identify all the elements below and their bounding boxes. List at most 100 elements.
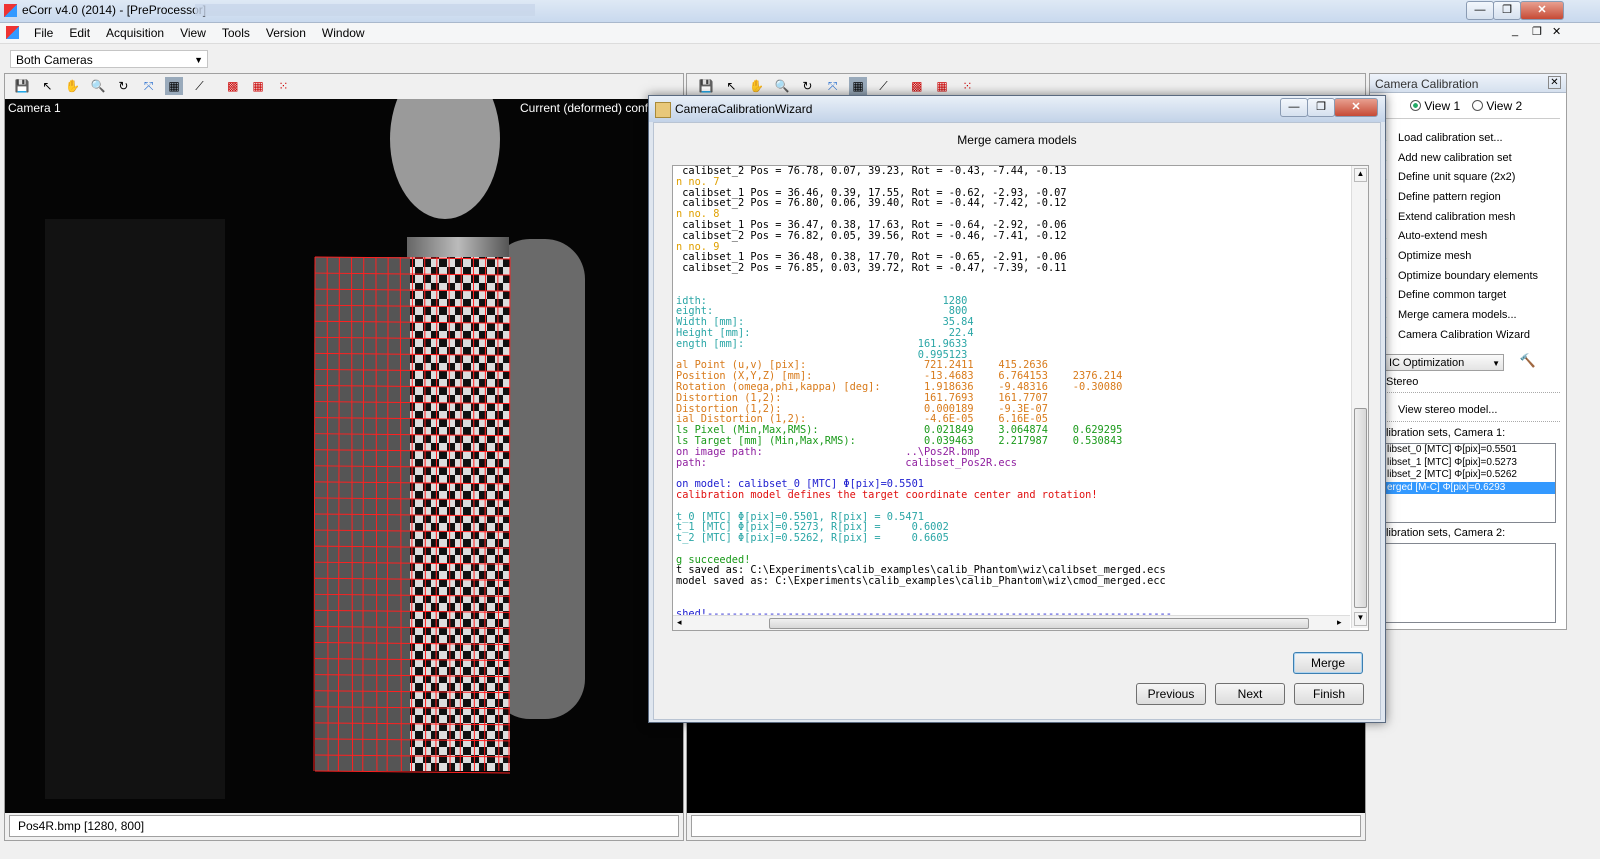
optimization-select[interactable]: IC Optimization ▼ bbox=[1384, 354, 1504, 371]
dialog-close-button[interactable]: ✕ bbox=[1334, 98, 1378, 117]
divider bbox=[1374, 118, 1560, 119]
view2-label: View 2 bbox=[1486, 99, 1523, 113]
menu-tools[interactable]: Tools bbox=[214, 23, 258, 42]
next-button[interactable]: Next bbox=[1215, 683, 1285, 705]
scroll-left-icon[interactable]: ◂ bbox=[677, 617, 682, 628]
left-view-panel: 💾 ↖ ✋ 🔍 ↻ ⤧ ▦ ⟋ ▩ ▦ ⁙ Camera 1 Current (… bbox=[4, 73, 684, 841]
horizontal-scrollbar[interactable]: ◂ ▸ bbox=[673, 615, 1350, 630]
optimization-select-value: IC Optimization bbox=[1389, 357, 1465, 369]
grid-select-icon[interactable]: ▦ bbox=[165, 77, 184, 95]
sets-camera2-label: libration sets, Camera 2: bbox=[1386, 527, 1506, 539]
mdi-close-button[interactable]: ✕ bbox=[1552, 25, 1561, 38]
mdi-restore-button[interactable]: ❐ bbox=[1532, 25, 1542, 38]
action-view-stereo-model[interactable]: View stereo model... bbox=[1398, 404, 1497, 416]
camera-select[interactable]: Both Cameras ▼ bbox=[10, 50, 208, 68]
scroll-thumb[interactable] bbox=[1354, 408, 1367, 608]
action-extend-mesh[interactable]: Extend calibration mesh bbox=[1398, 211, 1515, 223]
dialog-title-bar: CameraCalibrationWizard — ❐ ✕ bbox=[649, 96, 1385, 122]
panel-header: Camera Calibration ✕ bbox=[1370, 74, 1566, 93]
save-icon[interactable]: 💾 bbox=[13, 77, 31, 95]
log-line: calibset_2 Pos = 76.78, 0.07, 39.23, Rot… bbox=[676, 165, 1067, 177]
pan-hand-icon[interactable]: ✋ bbox=[64, 77, 82, 95]
measure-icon[interactable]: ⟋ bbox=[190, 77, 208, 95]
mesh-fill-icon[interactable]: ▩ bbox=[908, 77, 926, 95]
action-optimize-mesh[interactable]: Optimize mesh bbox=[1398, 250, 1471, 262]
menu-file[interactable]: File bbox=[26, 23, 61, 42]
list-item-selected[interactable]: erged [M-C] Φ[pix]=0.6293 bbox=[1385, 481, 1555, 494]
panel-title: Camera Calibration bbox=[1375, 77, 1479, 91]
grid-select-icon[interactable]: ▦ bbox=[849, 77, 868, 95]
mesh-points-icon[interactable]: ⁙ bbox=[958, 77, 976, 95]
view1-radio[interactable]: View 1 bbox=[1410, 99, 1460, 113]
log-line: calibset_2 Pos = 76.80, 0.06, 39.40, Rot… bbox=[676, 197, 1067, 210]
divider bbox=[1374, 392, 1560, 394]
save-icon[interactable]: 💾 bbox=[697, 77, 715, 95]
minimize-button[interactable]: — bbox=[1466, 1, 1494, 20]
view2-radio[interactable]: View 2 bbox=[1472, 99, 1522, 113]
dialog-maximize-button[interactable]: ❐ bbox=[1307, 98, 1335, 117]
mesh-grid-icon[interactable]: ▦ bbox=[933, 77, 951, 95]
previous-button[interactable]: Previous bbox=[1136, 683, 1206, 705]
mdi-minimize-button[interactable]: _ bbox=[1512, 25, 1518, 37]
camera-1-image[interactable]: Camera 1 Current (deformed) config bbox=[5, 99, 683, 813]
action-optimize-boundary[interactable]: Optimize boundary elements bbox=[1398, 270, 1538, 282]
fit-icon[interactable]: ⤧ bbox=[824, 77, 842, 95]
chevron-down-icon: ▼ bbox=[194, 55, 203, 65]
rotate-icon[interactable]: ↻ bbox=[114, 77, 132, 95]
dialog-minimize-button[interactable]: — bbox=[1280, 98, 1308, 117]
action-define-common-target[interactable]: Define common target bbox=[1398, 289, 1506, 301]
scroll-down-icon[interactable]: ▼ bbox=[1354, 612, 1367, 626]
camera-label: Camera 1 bbox=[8, 101, 61, 115]
divider bbox=[1374, 421, 1560, 423]
panel-close-icon[interactable]: ✕ bbox=[1548, 76, 1561, 89]
sets-camera1-list[interactable]: libset_0 [MTC] Φ[pix]=0.5501 libset_1 [M… bbox=[1384, 443, 1556, 523]
finish-button[interactable]: Finish bbox=[1294, 683, 1364, 705]
scroll-right-icon[interactable]: ▸ bbox=[1337, 617, 1342, 628]
list-item[interactable]: libset_0 [MTC] Φ[pix]=0.5501 bbox=[1385, 444, 1555, 457]
dialog-app-icon bbox=[655, 102, 671, 118]
rotate-icon[interactable]: ↻ bbox=[798, 77, 816, 95]
action-define-unit-square[interactable]: Define unit square (2x2) bbox=[1398, 171, 1515, 183]
settings-tool-icon[interactable]: 🔨 bbox=[1518, 353, 1538, 372]
log-line: calibset_2 Pos = 76.82, 0.05, 39.56, Rot… bbox=[676, 229, 1067, 242]
vertical-scrollbar[interactable]: ▲ ▼ bbox=[1351, 166, 1368, 628]
chevron-down-icon: ▼ bbox=[1492, 359, 1500, 368]
mesh-points-icon[interactable]: ⁙ bbox=[274, 77, 292, 95]
action-calibration-wizard[interactable]: Camera Calibration Wizard bbox=[1398, 329, 1530, 341]
action-define-pattern-region[interactable]: Define pattern region bbox=[1398, 191, 1501, 203]
measure-icon[interactable]: ⟋ bbox=[874, 77, 892, 95]
action-merge-camera-models[interactable]: Merge camera models... bbox=[1398, 309, 1517, 321]
action-add-calibration-set[interactable]: Add new calibration set bbox=[1398, 152, 1512, 164]
scroll-up-icon[interactable]: ▲ bbox=[1354, 168, 1367, 182]
list-item[interactable]: libset_2 [MTC] Φ[pix]=0.5262 bbox=[1385, 469, 1555, 482]
menu-acquisition[interactable]: Acquisition bbox=[98, 23, 172, 42]
action-load-calibration-set[interactable]: Load calibration set... bbox=[1398, 132, 1503, 144]
pointer-icon[interactable]: ↖ bbox=[722, 77, 740, 95]
menu-window[interactable]: Window bbox=[314, 23, 373, 42]
menu-version[interactable]: Version bbox=[258, 23, 314, 42]
left-view-toolbar: 💾 ↖ ✋ 🔍 ↻ ⤧ ▦ ⟋ ▩ ▦ ⁙ bbox=[5, 74, 683, 98]
action-auto-extend-mesh[interactable]: Auto-extend mesh bbox=[1398, 230, 1487, 242]
close-button[interactable]: ✕ bbox=[1520, 1, 1564, 20]
h-scroll-thumb[interactable] bbox=[769, 618, 1309, 629]
pan-hand-icon[interactable]: ✋ bbox=[748, 77, 766, 95]
camera-select-value: Both Cameras bbox=[16, 53, 93, 67]
camera-image-svg bbox=[5, 99, 683, 813]
log-line: calibration model defines the target coo… bbox=[676, 488, 1098, 501]
zoom-icon[interactable]: 🔍 bbox=[89, 77, 107, 95]
list-item[interactable]: libset_1 [MTC] Φ[pix]=0.5273 bbox=[1385, 457, 1555, 470]
mdi-icon bbox=[6, 26, 19, 39]
log-output[interactable]: calibset_2 Pos = 76.78, 0.07, 39.23, Rot… bbox=[672, 165, 1369, 631]
merge-button[interactable]: Merge bbox=[1293, 652, 1363, 674]
menu-edit[interactable]: Edit bbox=[61, 23, 98, 42]
menu-view[interactable]: View bbox=[172, 23, 214, 42]
maximize-button[interactable]: ❐ bbox=[1493, 1, 1521, 20]
mesh-grid-icon[interactable]: ▦ bbox=[249, 77, 267, 95]
calibration-wizard-dialog: CameraCalibrationWizard — ❐ ✕ Merge came… bbox=[648, 95, 1386, 723]
fit-icon[interactable]: ⤧ bbox=[140, 77, 158, 95]
mesh-fill-icon[interactable]: ▩ bbox=[224, 77, 242, 95]
zoom-icon[interactable]: 🔍 bbox=[773, 77, 791, 95]
dark-region bbox=[45, 219, 225, 799]
sets-camera2-list[interactable] bbox=[1384, 543, 1556, 623]
pointer-icon[interactable]: ↖ bbox=[38, 77, 56, 95]
